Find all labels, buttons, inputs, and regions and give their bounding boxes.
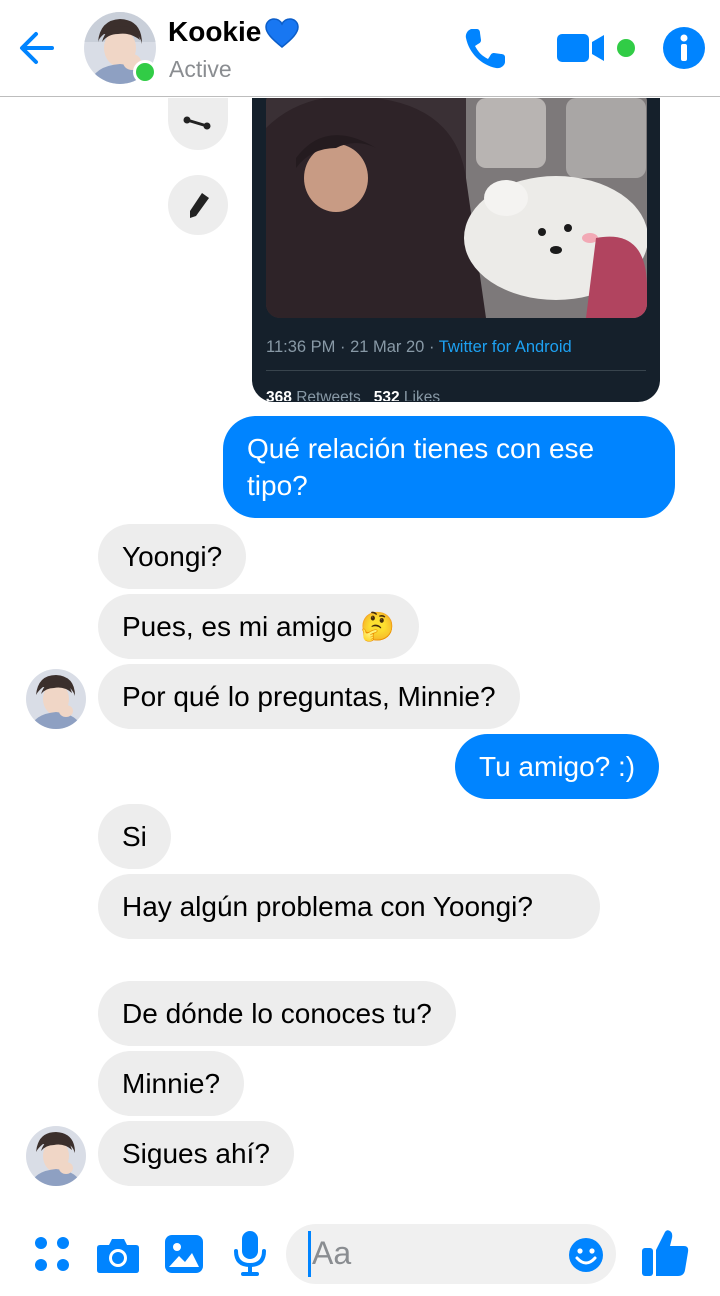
contact-name[interactable]: Kookie — [168, 16, 261, 48]
message-incoming[interactable]: Por qué lo preguntas, Minnie? — [98, 664, 520, 729]
thumbs-up-icon[interactable] — [640, 1228, 690, 1278]
shared-tweet-card[interactable]: 11:36 PM · 21 Mar 20 · Twitter for Andro… — [252, 98, 660, 402]
message-incoming[interactable]: De dónde lo conoces tu? — [98, 981, 456, 1046]
message-input-placeholder: Aa — [312, 1235, 352, 1271]
video-active-dot — [617, 39, 635, 57]
phone-icon[interactable] — [462, 26, 508, 72]
message-input[interactable]: Aa — [286, 1224, 616, 1284]
active-status-text: Active — [169, 56, 232, 82]
contact-avatar-small[interactable] — [26, 669, 86, 729]
tweet-source-link[interactable]: Twitter for Android — [439, 338, 572, 356]
tweet-timestamp: 11:36 PM · 21 Mar 20 · Twitter for Andro… — [266, 338, 572, 356]
contact-avatar-small[interactable] — [26, 1126, 86, 1186]
tweet-photo[interactable] — [266, 98, 647, 318]
tweet-divider — [266, 370, 646, 371]
message-outgoing[interactable]: Qué relación tienes con ese tipo? — [223, 416, 675, 518]
back-arrow-icon[interactable] — [16, 28, 56, 68]
message-incoming[interactable]: Yoongi? — [98, 524, 247, 589]
message-incoming[interactable]: Sigues ahí? — [98, 1121, 294, 1186]
emoji-icon[interactable] — [568, 1237, 604, 1273]
grid-dots-icon[interactable] — [34, 1236, 70, 1272]
share-icon — [183, 116, 211, 130]
message-incoming[interactable]: Si — [98, 804, 171, 869]
thinking-face-icon: 🤔 — [360, 611, 395, 642]
active-status-dot — [133, 60, 157, 84]
video-camera-icon[interactable] — [556, 30, 606, 66]
tweet-stats: 368 Retweets 532 Likes — [266, 389, 441, 401]
message-incoming[interactable]: Hay algún problema con Yoongi? — [98, 874, 600, 939]
camera-icon[interactable] — [96, 1235, 140, 1275]
share-button[interactable] — [168, 98, 228, 150]
edit-button[interactable] — [168, 175, 228, 235]
text-cursor — [308, 1231, 311, 1277]
info-icon[interactable] — [662, 26, 706, 70]
microphone-icon[interactable] — [232, 1230, 268, 1278]
image-icon[interactable] — [164, 1234, 204, 1274]
conversation-header: Kookie Active — [0, 0, 720, 97]
message-incoming[interactable]: Pues, es mi amigo 🤔 — [98, 594, 419, 659]
message-incoming[interactable]: Minnie? — [98, 1051, 245, 1116]
message-outgoing[interactable]: Tu amigo? :) — [455, 734, 660, 799]
pencil-icon — [190, 193, 209, 218]
blue-heart-icon — [265, 18, 299, 48]
